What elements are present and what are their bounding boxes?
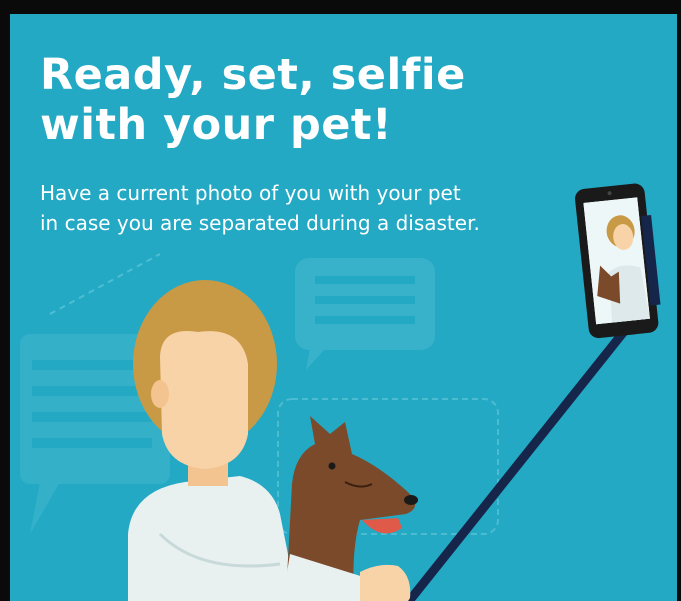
subtext: Have a current photo of you with your pe… <box>40 178 480 238</box>
poster-frame: Ready, set, selfie with your pet! Have a… <box>0 0 681 601</box>
chat-bubble-icon <box>295 258 435 370</box>
selfie-stick <box>403 319 635 601</box>
subtext-line-2: in case you are separated during a disas… <box>40 211 480 235</box>
headline: Ready, set, selfie with your pet! <box>40 50 466 150</box>
headline-line-1: Ready, set, selfie <box>40 50 466 100</box>
subtext-line-1: Have a current photo of you with your pe… <box>40 181 461 205</box>
headline-line-2: with your pet! <box>40 100 393 150</box>
phone-icon <box>575 183 661 339</box>
